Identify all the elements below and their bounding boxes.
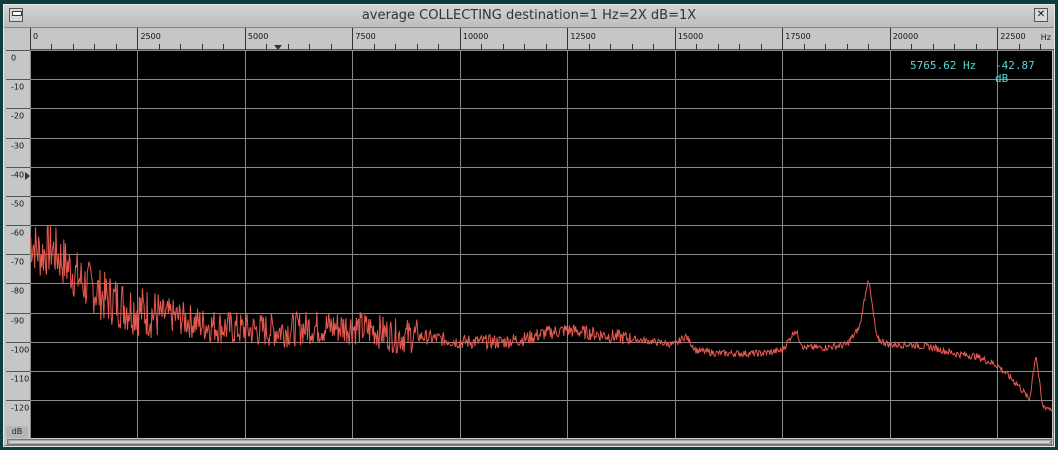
x-tick-label: 15000 (678, 32, 703, 41)
spectrum-window: average COLLECTING destination=1 Hz=2X d… (3, 4, 1055, 447)
y-axis-unit: dB (6, 426, 28, 438)
spectrum-plot-area (30, 50, 1052, 438)
horizontal-scrollbar[interactable] (7, 439, 1052, 445)
level-axis[interactable]: 0 -10 -20 -30 -40 -50 -60 -70 -80 -90 -100 -110 -120 (6, 50, 30, 438)
y-tick-label: -10 (11, 83, 24, 92)
y-tick-label: -120 (11, 404, 29, 413)
y-tick-label: 0 (11, 54, 16, 63)
cursor-frequency-readout: 5765.62 Hz (910, 59, 977, 72)
y-tick-label: -80 (11, 287, 24, 296)
cursor-level-readout: -42.87 dB (995, 59, 1035, 85)
y-tick-label: -50 (11, 200, 24, 209)
frequency-axis[interactable]: 0 2500 5000 7500 10000 12500 15000 17500 20000 22… (30, 28, 1054, 50)
x-tick-label: 0 (33, 32, 38, 41)
close-button[interactable]: ✕ (1034, 8, 1048, 22)
x-tick-label: 20000 (893, 32, 918, 41)
x-tick-label: 5000 (248, 32, 268, 41)
y-tick-label: -40 (11, 171, 24, 180)
level-axis-ticks: 0 -10 -20 -30 -40 -50 -60 -70 -80 -90 -100 -110 -120 (6, 50, 30, 413)
y-tick-label: -100 (11, 346, 29, 355)
x-tick-label: 10000 (463, 32, 488, 41)
y-tick-label: -60 (11, 229, 24, 238)
spectrum-trace (30, 224, 1052, 412)
spectrum-plot[interactable]: 5765.62 Hz -42.87 dB (30, 50, 1052, 438)
x-tick-label: 2500 (140, 32, 160, 41)
x-tick-label: 17500 (785, 32, 810, 41)
y-tick-label: -110 (11, 375, 29, 384)
x-tick-label: 22500 (1000, 32, 1025, 41)
title-bar[interactable]: average COLLECTING destination=1 Hz=2X d… (4, 5, 1054, 28)
y-tick-label: -30 (11, 142, 24, 151)
y-tick-label: -70 (11, 258, 24, 267)
y-tick-label: -90 (11, 317, 24, 326)
frequency-axis-ticks: 0 2500 5000 7500 10000 12500 15000 17500 20000 22… (30, 28, 1054, 50)
scrollbar-thumb[interactable] (10, 441, 1049, 443)
y-tick-label: -20 (11, 112, 24, 121)
x-tick-label: 7500 (355, 32, 375, 41)
window-title: average COLLECTING destination=1 Hz=2X d… (361, 8, 697, 23)
x-axis-unit: Hz (1040, 33, 1051, 42)
x-tick-label: 12500 (570, 32, 595, 41)
